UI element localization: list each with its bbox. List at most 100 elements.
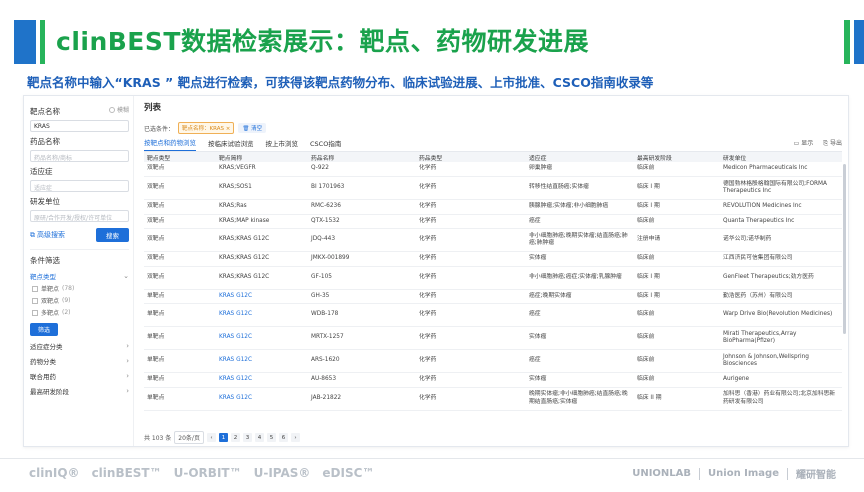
next-page-button[interactable]: › xyxy=(290,433,300,442)
table-row[interactable]: 双靶点 KRAS;MAP kinase QTX-1532 化学药 癌症 临床前 … xyxy=(144,214,842,229)
page-button[interactable]: 2 xyxy=(230,433,240,442)
cell-org: Medicon Pharmaceuticals Inc xyxy=(720,162,842,177)
chevron-right-icon: › xyxy=(126,342,129,350)
condition-tag[interactable]: 靶点名称：KRAS × xyxy=(178,122,235,134)
checkbox-icon xyxy=(32,297,38,304)
page-button[interactable]: 1 xyxy=(218,433,228,442)
table-row[interactable]: 单靶点 KRAS G12C GH-35 化学药 癌症;晚期实体瘤 临床 I 期 … xyxy=(144,289,842,304)
total-count: 共 103 条 xyxy=(144,435,172,442)
table-row[interactable]: 双靶点 KRAS;KRAS G12C GF-105 化学药 非小细胞肺癌;癌症;… xyxy=(144,266,842,290)
filter-group-drug-class[interactable]: 药物分类 › xyxy=(30,356,129,366)
cell-target-link[interactable]: KRAS G12C xyxy=(216,303,308,327)
table-row[interactable]: 双靶点 KRAS;KRAS G12C JDQ-443 化学药 非小细胞肺癌;晚期… xyxy=(144,228,842,252)
display-button[interactable]: ▭ 显示 xyxy=(794,138,814,148)
prev-page-button[interactable]: ‹ xyxy=(206,433,216,442)
filter-group-indication[interactable]: 适应症分类 › xyxy=(30,341,129,351)
table-row[interactable]: 双靶点 KRAS;SOS1 BI 1701963 化学药 转移性结直肠癌;实体瘤… xyxy=(144,176,842,200)
cell-org: 德国勃林格殷格翰国际有限公司;FORMA Therapeutics Inc xyxy=(720,176,842,200)
cell-stage: 临床 I 期 xyxy=(634,199,720,215)
fuzzy-toggle[interactable]: 模糊 xyxy=(108,105,129,114)
target-name-input[interactable]: KRAS xyxy=(30,120,129,132)
cell-target-link[interactable]: KRAS G12C xyxy=(216,326,308,350)
cell-indication: 癌症 xyxy=(526,303,634,327)
clear-button[interactable]: 🗑 清空 xyxy=(238,123,267,133)
cell-target-link[interactable]: KRAS G12C xyxy=(216,387,308,411)
table-row[interactable]: 单靶点 KRAS G12C WDB-178 化学药 癌症 临床前 Warp Dr… xyxy=(144,303,842,327)
cell-target-type: 双靶点 xyxy=(144,228,216,252)
cell-drug: WDB-178 xyxy=(308,303,416,327)
cell-target-link[interactable]: KRAS G12C xyxy=(216,289,308,304)
page-button[interactable]: 4 xyxy=(254,433,264,442)
cell-drug-type: 化学药 xyxy=(416,228,526,252)
filter-group-target-type[interactable]: 靶点类型 ⌄ xyxy=(30,271,129,281)
table-row[interactable]: 单靶点 KRAS G12C JAB-21822 化学药 晚期实体瘤;非小细胞肺癌… xyxy=(144,387,842,411)
tab-csco[interactable]: CSCO指南 xyxy=(310,138,341,151)
cell-indication: 胰腺肿瘤;实体瘤;非小细胞肺癌 xyxy=(526,199,634,215)
tab-by-clinical-trial[interactable]: 按临床试验浏览 xyxy=(208,138,254,151)
cell-target: KRAS;KRAS G12C xyxy=(216,228,308,252)
check-single-target[interactable]: 单靶点 (78) xyxy=(30,284,129,293)
cell-drug-type: 化学药 xyxy=(416,326,526,350)
cell-drug: MRTX-1257 xyxy=(308,326,416,350)
column-header[interactable]: 药品类型 xyxy=(416,152,526,162)
cell-target-link[interactable]: KRAS G12C xyxy=(216,372,308,388)
column-header[interactable]: 最高研发阶段 xyxy=(634,152,720,162)
cell-drug: JAB-21822 xyxy=(308,387,416,411)
export-button[interactable]: ⎘ 导出 xyxy=(823,138,842,148)
column-header[interactable]: 研发单位 xyxy=(720,152,842,162)
header-accent-bar xyxy=(844,20,850,64)
page-button[interactable]: 6 xyxy=(278,433,288,442)
org-input[interactable]: 原研/合作开发/授权/许可单位 xyxy=(30,210,129,222)
slide-subtitle: 靶点名称中输入“KRAS ” 靶点进行检索，可获得该靶点药物分布、临床试验进展、… xyxy=(27,75,654,90)
cell-target: KRAS;KRAS G12C xyxy=(216,251,308,267)
filter-group-combination[interactable]: 联合用药 › xyxy=(30,371,129,381)
tab-by-market[interactable]: 按上市浏览 xyxy=(266,138,299,151)
header-accent-bar xyxy=(40,20,45,64)
check-dual-target[interactable]: 双靶点 (9) xyxy=(30,296,129,305)
column-header[interactable]: 适应症 xyxy=(526,152,634,162)
cell-target-link[interactable]: KRAS G12C xyxy=(216,349,308,373)
page-button[interactable]: 5 xyxy=(266,433,276,442)
cell-org: 勤浩医药（苏州）有限公司 xyxy=(720,289,842,304)
brand-logo: eDISC™ xyxy=(322,466,375,480)
pagination: 共 103 条 20条/页 ‹ 1 2 3 4 5 6 › xyxy=(144,431,300,444)
tab-by-target-drug[interactable]: 按靶点和药物浏览 xyxy=(144,137,196,151)
page-button[interactable]: 3 xyxy=(242,433,252,442)
table-row[interactable]: 单靶点 KRAS G12C AU-8653 化学药 实体瘤 临床前 Aurige… xyxy=(144,372,842,388)
drug-name-input[interactable]: 药品名称/商标 xyxy=(30,150,129,162)
checkbox-icon xyxy=(32,309,38,316)
table-row[interactable]: 单靶点 KRAS G12C ARS-1620 化学药 癌症 临床前 Johnso… xyxy=(144,349,842,373)
search-button[interactable]: 搜索 xyxy=(96,228,129,242)
column-header[interactable]: 药品名称 xyxy=(308,152,416,162)
page-size-select[interactable]: 20条/页 xyxy=(174,431,204,444)
slide: clinBEST数据检索展示：靶点、药物研发进展 靶点名称中输入“KRAS ” … xyxy=(0,0,864,492)
table-row[interactable]: 单靶点 KRAS G12C MRTX-1257 化学药 实体瘤 临床前 Mira… xyxy=(144,326,842,350)
cell-org: 诺华公司;诺华制药 xyxy=(720,228,842,252)
table-scrollbar[interactable] xyxy=(843,164,846,334)
advanced-search-link[interactable]: ⧉ 高级搜索 xyxy=(30,230,65,240)
app-window: 靶点名称 模糊 KRAS 药品名称 药品名称/商标 适应症 适应症 研发单位 原… xyxy=(23,95,849,447)
header-accent-bar xyxy=(14,20,36,64)
cell-indication: 癌症;晚期实体瘤 xyxy=(526,289,634,304)
column-header[interactable]: 靶点类型 xyxy=(144,152,216,162)
cell-org: 加科思（香港）药业有限公司;北京加科思新药研发有限公司 xyxy=(720,387,842,411)
check-multi-target[interactable]: 多靶点 (2) xyxy=(30,308,129,317)
list-title: 列表 xyxy=(144,103,162,113)
cell-stage: 临床 I 期 xyxy=(634,266,720,290)
table-row[interactable]: 双靶点 KRAS;VEGFR Q-922 化学药 卵巢肿瘤 临床前 Medico… xyxy=(144,162,842,177)
brand-logo: Union Image xyxy=(708,468,779,479)
filter-group-stage[interactable]: 最高研发阶段 › xyxy=(30,386,129,396)
brand-logo: U-IPAS® xyxy=(253,466,311,480)
cell-stage: 临床前 xyxy=(634,214,720,229)
cell-target: KRAS;KRAS G12C xyxy=(216,266,308,290)
column-header[interactable]: 靶点简称 xyxy=(216,152,308,162)
indication-input[interactable]: 适应症 xyxy=(30,180,129,192)
slide-title: clinBEST数据检索展示：靶点、药物研发进展 xyxy=(56,27,589,56)
cell-target: KRAS;Ras xyxy=(216,199,308,215)
table-row[interactable]: 双靶点 KRAS;Ras RMC-6236 化学药 胰腺肿瘤;实体瘤;非小细胞肺… xyxy=(144,199,842,215)
cell-stage: 临床 I 期 xyxy=(634,176,720,200)
filter-button[interactable]: 筛选 xyxy=(30,323,59,336)
indication-label: 适应症 xyxy=(30,167,53,176)
table-row[interactable]: 双靶点 KRAS;KRAS G12C JMKX-001899 化学药 实体瘤 临… xyxy=(144,251,842,267)
cell-target-type: 双靶点 xyxy=(144,214,216,229)
